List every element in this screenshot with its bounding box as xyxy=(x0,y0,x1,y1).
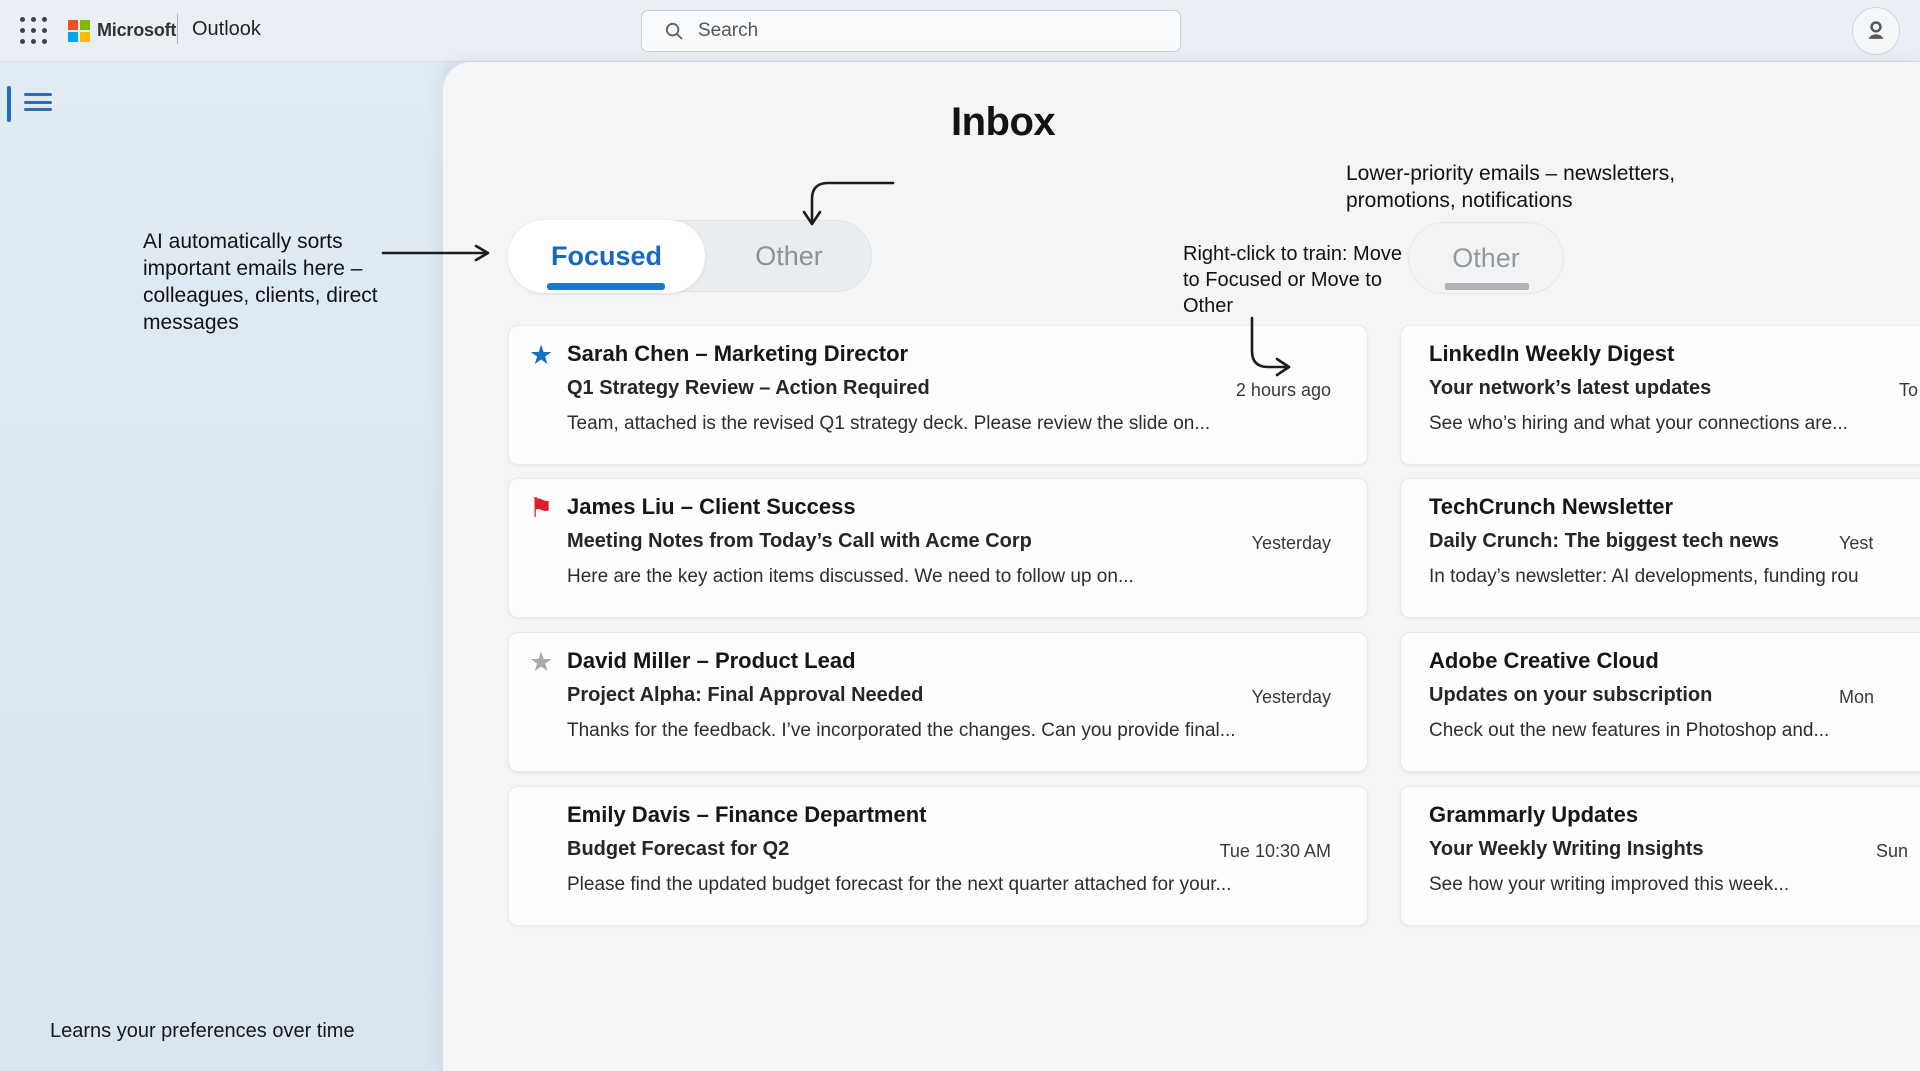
tab-other-column-label: Other xyxy=(1452,243,1520,273)
focused-underline xyxy=(547,283,665,290)
email-time: Yesterday xyxy=(1252,687,1331,708)
left-sidebar: AI automatically sorts important emails … xyxy=(0,62,443,1071)
email-sender: Adobe Creative Cloud xyxy=(1429,648,1659,674)
annotation-learns-preferences: Learns your preferences over time xyxy=(50,1020,355,1043)
email-subject: Budget Forecast for Q2 xyxy=(567,838,789,861)
email-time: Yest xyxy=(1839,533,1873,554)
top-bar: Microsoft Outlook xyxy=(0,0,1920,62)
email-time: Sun xyxy=(1876,841,1908,862)
email-subject: Meeting Notes from Today’s Call with Acm… xyxy=(567,530,1032,553)
tab-other-column[interactable]: Other xyxy=(1408,222,1564,294)
email-time: Yesterday xyxy=(1252,533,1331,554)
email-sender: David Miller – Product Lead xyxy=(567,648,856,674)
email-time: 2 hours ago xyxy=(1236,380,1331,401)
email-preview: Please find the updated budget forecast … xyxy=(567,874,1231,896)
hamburger-menu-icon[interactable] xyxy=(24,93,54,115)
email-item-sarah-chen[interactable]: ★ Sarah Chen – Marketing Director Q1 Str… xyxy=(508,325,1368,465)
email-time: To xyxy=(1899,380,1918,401)
email-item-david-miller[interactable]: ★ David Miller – Product Lead Project Al… xyxy=(508,632,1368,772)
email-preview: In today’s newsletter: AI developments, … xyxy=(1429,566,1859,588)
email-preview: Thanks for the feedback. I’ve incorporat… xyxy=(567,720,1236,742)
tab-focused[interactable]: Focused xyxy=(508,220,705,293)
microsoft-logo-icon xyxy=(68,20,90,42)
email-preview: See how your writing improved this week.… xyxy=(1429,874,1789,896)
star-icon[interactable]: ★ xyxy=(529,342,553,369)
email-sender: James Liu – Client Success xyxy=(567,494,856,520)
email-item-grammarly[interactable]: Grammarly Updates Your Weekly Writing In… xyxy=(1400,786,1920,926)
email-sender: Sarah Chen – Marketing Director xyxy=(567,341,908,367)
app-launcher-icon[interactable] xyxy=(18,15,50,47)
person-icon xyxy=(1863,18,1889,44)
outlook-window: Microsoft Outlook AI automatically sorts… xyxy=(0,0,1920,1071)
email-item-adobe[interactable]: Adobe Creative Cloud Updates on your sub… xyxy=(1400,632,1920,772)
email-subject: Project Alpha: Final Approval Needed xyxy=(567,684,923,707)
email-sender: Emily Davis – Finance Department xyxy=(567,802,926,828)
email-preview: Team, attached is the revised Q1 strateg… xyxy=(567,413,1210,435)
email-sender: LinkedIn Weekly Digest xyxy=(1429,341,1674,367)
email-item-techcrunch[interactable]: TechCrunch Newsletter Daily Crunch: The … xyxy=(1400,478,1920,618)
star-icon[interactable]: ★ xyxy=(529,649,553,676)
email-subject: Your network’s latest updates xyxy=(1429,377,1711,400)
microsoft-wordmark: Microsoft xyxy=(97,20,176,41)
email-sender: TechCrunch Newsletter xyxy=(1429,494,1673,520)
tab-other[interactable]: Other xyxy=(706,221,872,292)
email-subject: Q1 Strategy Review – Action Required xyxy=(567,377,930,400)
email-subject: Your Weekly Writing Insights xyxy=(1429,838,1703,861)
other-underline xyxy=(1445,283,1529,290)
email-time: Mon xyxy=(1839,687,1874,708)
inbox-panel: Inbox Lower-priority emails – newsletter… xyxy=(443,62,1920,1071)
email-subject: Updates on your subscription xyxy=(1429,684,1712,707)
annotation-train-callout: Right-click to train: Move to Focused or… xyxy=(1183,241,1403,319)
email-preview: Check out the new features in Photoshop … xyxy=(1429,720,1829,742)
app-title: Outlook xyxy=(192,18,261,41)
annotation-focused-callout: AI automatically sorts important emails … xyxy=(143,228,383,336)
account-avatar-button[interactable] xyxy=(1852,7,1900,55)
email-item-emily-davis[interactable]: Emily Davis – Finance Department Budget … xyxy=(508,786,1368,926)
topbar-divider xyxy=(177,14,178,44)
selected-accent-bar xyxy=(7,86,11,122)
search-icon xyxy=(664,21,684,41)
search-box[interactable] xyxy=(641,10,1181,52)
email-item-james-liu[interactable]: ⚑ James Liu – Client Success Meeting Not… xyxy=(508,478,1368,618)
email-time: Tue 10:30 AM xyxy=(1220,841,1331,862)
flag-icon[interactable]: ⚑ xyxy=(529,495,553,522)
annotation-other-callout: Lower-priority emails – newsletters, pro… xyxy=(1346,160,1720,214)
focused-other-tab-group: Focused Other xyxy=(508,220,872,292)
email-subject: Daily Crunch: The biggest tech news xyxy=(1429,530,1779,553)
page-title: Inbox xyxy=(951,100,1055,145)
search-input[interactable] xyxy=(698,20,1166,42)
email-preview: Here are the key action items discussed.… xyxy=(567,566,1134,588)
email-item-linkedin[interactable]: LinkedIn Weekly Digest Your network’s la… xyxy=(1400,325,1920,465)
email-sender: Grammarly Updates xyxy=(1429,802,1638,828)
tab-focused-label: Focused xyxy=(551,241,662,271)
email-preview: See who’s hiring and what your connectio… xyxy=(1429,413,1848,435)
